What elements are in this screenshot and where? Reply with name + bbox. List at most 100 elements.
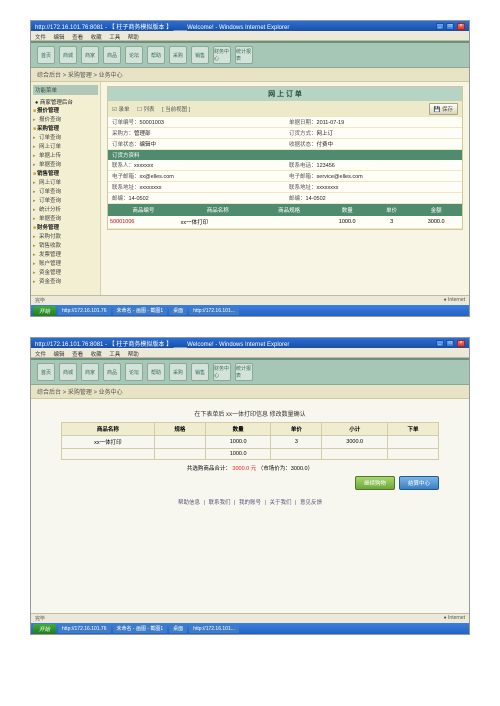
table-row: xx一体打印 1000.0 3 3000.0: [62, 436, 439, 449]
menu-view[interactable]: 查看: [72, 352, 83, 358]
finance-icon[interactable]: 财务中心: [213, 46, 231, 64]
tab-entry[interactable]: ☑ 录单: [112, 107, 132, 113]
maximize-button[interactable]: □: [446, 23, 454, 30]
forum-icon[interactable]: 论坛: [125, 363, 143, 381]
close-button[interactable]: ×: [457, 23, 465, 30]
sidebar-item[interactable]: 网上订单: [33, 143, 98, 152]
window-buttons: _ □ ×: [435, 340, 465, 347]
help-icon[interactable]: 帮助: [147, 363, 165, 381]
goods-icon[interactable]: 商品: [103, 46, 121, 64]
menu-view[interactable]: 查看: [72, 35, 83, 41]
menu-help[interactable]: 帮助: [128, 352, 139, 358]
purchase-icon[interactable]: 采购: [169, 46, 187, 64]
menu-fav[interactable]: 收藏: [91, 352, 102, 358]
close-button[interactable]: ×: [457, 340, 465, 347]
sidebar-item[interactable]: 财务管理: [33, 224, 98, 233]
main-area: 功能菜单 ● 商家管理后台 报价管理报价查询采购管理订单查询网上订单单据上传单据…: [31, 82, 469, 295]
menu-tools[interactable]: 工具: [109, 352, 120, 358]
cell-code[interactable]: 50001006: [108, 216, 179, 229]
merchant-icon[interactable]: 商家: [81, 363, 99, 381]
taskbar-item[interactable]: http://172.16.101...: [189, 307, 239, 315]
sidebar-item[interactable]: 资金查询: [33, 278, 98, 287]
sidebar-item[interactable]: 采购管理: [33, 125, 98, 134]
taskbar-item[interactable]: http://172.16.101...: [189, 625, 239, 633]
maximize-button[interactable]: □: [446, 340, 454, 347]
menu-fav[interactable]: 收藏: [91, 35, 102, 41]
sidebar-item[interactable]: 单据查询: [33, 215, 98, 224]
goods-icon[interactable]: 商品: [103, 363, 121, 381]
footer-link[interactable]: 我的账号: [239, 500, 261, 506]
menu-help[interactable]: 帮助: [128, 35, 139, 41]
order-panel: 网 上 订 单 ☑ 录单 ☐ 列表 [ 当前视图 ] 💾 保存 订单编号：500…: [107, 86, 463, 230]
taskbar-item[interactable]: 桌面: [169, 306, 187, 315]
sales-icon[interactable]: 销售: [191, 46, 209, 64]
finance-icon[interactable]: 财务中心: [213, 363, 231, 381]
menu-file[interactable]: 文件: [35, 35, 46, 41]
report-icon[interactable]: 统计报表: [235, 46, 253, 64]
taskbar-item[interactable]: 未命名 - 画图 - 截图1: [113, 624, 168, 633]
tab-list[interactable]: ☐ 列表: [137, 107, 157, 113]
sidebar-item[interactable]: 账户管理: [33, 260, 98, 269]
sidebar-item[interactable]: 统计分析: [33, 206, 98, 215]
start-button[interactable]: 开始: [33, 624, 56, 634]
save-button[interactable]: 💾 保存: [429, 103, 458, 115]
merchant-icon[interactable]: 商家: [81, 46, 99, 64]
taskbar-item[interactable]: http://172.16.101.76: [58, 625, 110, 633]
table-row: 1000.0: [62, 449, 439, 460]
sidebar-item[interactable]: 网上订单: [33, 179, 98, 188]
menu-edit[interactable]: 编辑: [54, 35, 65, 41]
order-buyer-rows: 联系人：xxxxxxx联系电话：123456电子邮箱：xx@elles.com电…: [108, 160, 462, 204]
mall-icon[interactable]: 商城: [59, 46, 77, 64]
start-button[interactable]: 开始: [33, 306, 56, 316]
menu-tools[interactable]: 工具: [109, 35, 120, 41]
footer-link[interactable]: 意见反馈: [300, 500, 322, 506]
sidebar-head: 功能菜单: [33, 85, 98, 95]
panel-title: 网 上 订 单: [108, 87, 462, 101]
home-icon[interactable]: 首页: [37, 363, 55, 381]
sidebar-item[interactable]: 订单查询: [33, 134, 98, 143]
home-icon[interactable]: 首页: [37, 46, 55, 64]
menu-file[interactable]: 文件: [35, 352, 46, 358]
purchase-icon[interactable]: 采购: [169, 363, 187, 381]
continue-shopping-button[interactable]: 继续购物: [355, 476, 395, 490]
checkout-button[interactable]: 结算中心: [399, 476, 439, 490]
sidebar-item[interactable]: 单据查询: [33, 161, 98, 170]
column-header: 商品名称: [179, 204, 257, 216]
sidebar-item[interactable]: 销售管理: [33, 170, 98, 179]
status-left: 完毕: [35, 615, 45, 622]
minimize-button[interactable]: _: [436, 340, 444, 347]
footer-link[interactable]: 帮助信息: [178, 500, 200, 506]
sidebar-item[interactable]: 资金管理: [33, 269, 98, 278]
sales-icon[interactable]: 销售: [191, 363, 209, 381]
taskbar-item[interactable]: 桌面: [169, 624, 187, 633]
sidebar-item[interactable]: 报价管理: [33, 107, 98, 116]
taskbar-item[interactable]: 未命名 - 画图 - 截图1: [113, 306, 168, 315]
mall-icon[interactable]: 商城: [59, 363, 77, 381]
screenshot-1: http://172.16.101.76:8081 - 【 柱子商务模拟版本 】…: [30, 20, 470, 317]
help-icon[interactable]: 帮助: [147, 46, 165, 64]
window-title: http://172.16.101.76:8081 - 【 柱子商务模拟版本 】…: [35, 339, 289, 348]
report-icon[interactable]: 统计报表: [235, 363, 253, 381]
footer-link[interactable]: 联系我们: [208, 500, 230, 506]
menu-edit[interactable]: 编辑: [54, 352, 65, 358]
sidebar-item[interactable]: 单据上传: [33, 152, 98, 161]
ie-statusbar: 完毕 ● Internet: [31, 295, 469, 305]
forum-icon[interactable]: 论坛: [125, 46, 143, 64]
minimize-button[interactable]: _: [436, 23, 444, 30]
info-cell: 联系人：xxxxxxx: [108, 160, 285, 171]
buyer-section-head: 订货方资料: [108, 150, 462, 160]
footer-link[interactable]: 关于我们: [270, 500, 292, 506]
tab-current[interactable]: [ 当前视图 ]: [162, 107, 190, 113]
taskbar-item[interactable]: http://172.16.101.76: [58, 307, 110, 315]
info-cell: 邮编：14-0502: [285, 193, 462, 204]
sidebar-item[interactable]: 订单查询: [33, 197, 98, 206]
info-cell: 邮编：14-0502: [108, 193, 285, 204]
sidebar-item[interactable]: 销售收款: [33, 242, 98, 251]
sidebar-item[interactable]: 订单查询: [33, 188, 98, 197]
sidebar-item[interactable]: 报价查询: [33, 116, 98, 125]
cart-header: 在下表单后 xx一体打印信息 修改数量确认: [61, 409, 439, 418]
ie-menubar: 文件 编辑 查看 收藏 工具 帮助: [31, 348, 469, 358]
info-cell: 收据状态：付费中: [285, 139, 462, 150]
sidebar-item[interactable]: 发票管理: [33, 251, 98, 260]
sidebar-item[interactable]: 采购付款: [33, 233, 98, 242]
